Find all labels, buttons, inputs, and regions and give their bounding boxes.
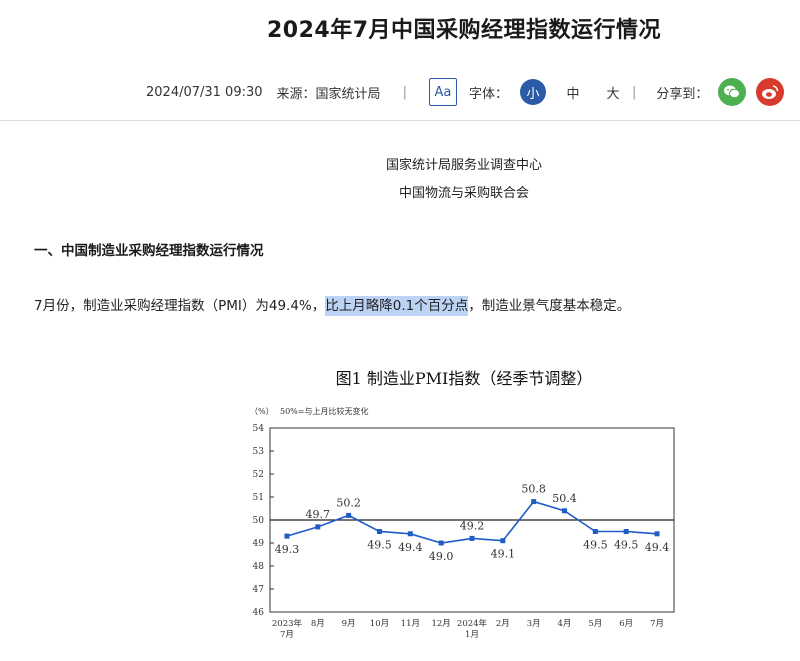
y-tick-label: 48: [253, 562, 265, 572]
x-tick-label: 12月: [431, 619, 450, 629]
paragraph-text-before: 7月份，制造业采购经理指数（PMI）为49.4%，: [34, 298, 326, 314]
data-label: 50.4: [552, 492, 577, 505]
source-name: 国家统计局: [315, 86, 381, 102]
font-size-label: 字体：: [468, 86, 508, 102]
y-unit-label: （%）: [250, 407, 274, 416]
x-tick-label: 1月: [465, 630, 479, 640]
x-tick-label: 7月: [650, 619, 664, 629]
data-label: 50.8: [521, 483, 546, 496]
data-point: [654, 531, 660, 537]
data-point: [407, 531, 413, 537]
data-point: [469, 535, 475, 541]
data-point: [376, 529, 382, 534]
meta-separator: |: [631, 84, 637, 100]
wechat-share-icon[interactable]: [718, 78, 747, 106]
data-point: [623, 529, 629, 534]
data-label: 49.4: [398, 541, 423, 554]
pmi-line-chart: （%） 50%=与上月比较无变化4647484950515253542023年7月…: [250, 406, 675, 640]
data-point: [562, 508, 568, 514]
share-label: 分享到：: [656, 86, 709, 102]
y-tick-label: 51: [253, 493, 264, 503]
font-size-medium-button[interactable]: 中: [560, 79, 586, 105]
article-paragraph: 7月份，制造业采购经理指数（PMI）为49.4%，比上月略降0.1个百分点，制造…: [34, 294, 631, 316]
figure-title: 图1 制造业PMI指数（经季节调整）: [335, 369, 593, 388]
x-tick-label: 2023年: [272, 618, 303, 629]
data-point: [346, 512, 352, 518]
data-point: [315, 524, 321, 530]
data-point: [438, 540, 444, 546]
org-line-2: 中国物流与采购联合会: [398, 186, 529, 201]
data-label: 49.5: [614, 539, 639, 552]
weibo-share-icon[interactable]: [756, 78, 785, 106]
data-label: 49.4: [645, 541, 670, 554]
org-line-1: 国家统计局服务业调查中心: [385, 158, 542, 173]
y-tick-label: 50: [253, 516, 265, 526]
x-tick-label: 9月: [342, 619, 356, 629]
y-tick-label: 46: [253, 608, 265, 618]
x-tick-label: 4月: [558, 619, 572, 629]
header-divider: [0, 120, 800, 121]
publish-datetime: 2024/07/31 09:30: [146, 84, 263, 100]
source-label: 来源：: [276, 86, 316, 102]
x-tick-label: 5月: [588, 619, 602, 629]
y-tick-label: 52: [253, 470, 264, 480]
data-point: [284, 533, 290, 539]
data-label: 49.5: [367, 539, 392, 552]
x-tick-label: 7月: [280, 630, 294, 640]
x-tick-label: 2月: [496, 619, 510, 629]
data-label: 50.2: [336, 496, 361, 509]
y-tick-label: 47: [253, 585, 265, 595]
x-tick-label: 3月: [527, 619, 541, 629]
paragraph-text-after: ，制造业景气度基本稳定。: [468, 298, 631, 314]
data-label: 49.5: [583, 539, 608, 552]
data-label: 49.7: [306, 508, 331, 521]
x-tick-label: 2024年: [457, 618, 488, 629]
x-tick-label: 10月: [370, 619, 389, 629]
font-size-large-button[interactable]: 大: [600, 79, 626, 105]
data-label: 49.0: [429, 550, 454, 563]
data-point: [531, 499, 537, 505]
font-aa-button[interactable]: Aa: [428, 78, 457, 106]
paragraph-highlighted-text: 比上月略降0.1个百分点: [325, 296, 469, 316]
x-tick-label: 6月: [619, 619, 633, 629]
y-tick-label: 49: [253, 539, 265, 549]
article-title: 2024年7月中国采购经理指数运行情况: [266, 18, 662, 43]
data-label: 49.2: [460, 519, 485, 532]
meta-separator: |: [402, 84, 407, 100]
data-label: 49.1: [491, 548, 516, 561]
article-meta-bar: 2024/07/31 09:30 来源： 国家统计局 | Aa 字体： 小 中 …: [146, 78, 785, 106]
font-size-small-button[interactable]: 小: [519, 79, 546, 105]
x-tick-label: 8月: [311, 619, 325, 629]
y-tick-label: 53: [253, 447, 265, 457]
data-point: [592, 529, 598, 534]
y-tick-label: 54: [253, 424, 265, 434]
data-label: 49.3: [275, 543, 300, 556]
x-tick-label: 11月: [401, 619, 420, 629]
section-heading: 一、中国制造业采购经理指数运行情况: [34, 243, 264, 259]
data-point: [500, 538, 506, 544]
reference-note: 50%=与上月比较无变化: [280, 406, 368, 416]
